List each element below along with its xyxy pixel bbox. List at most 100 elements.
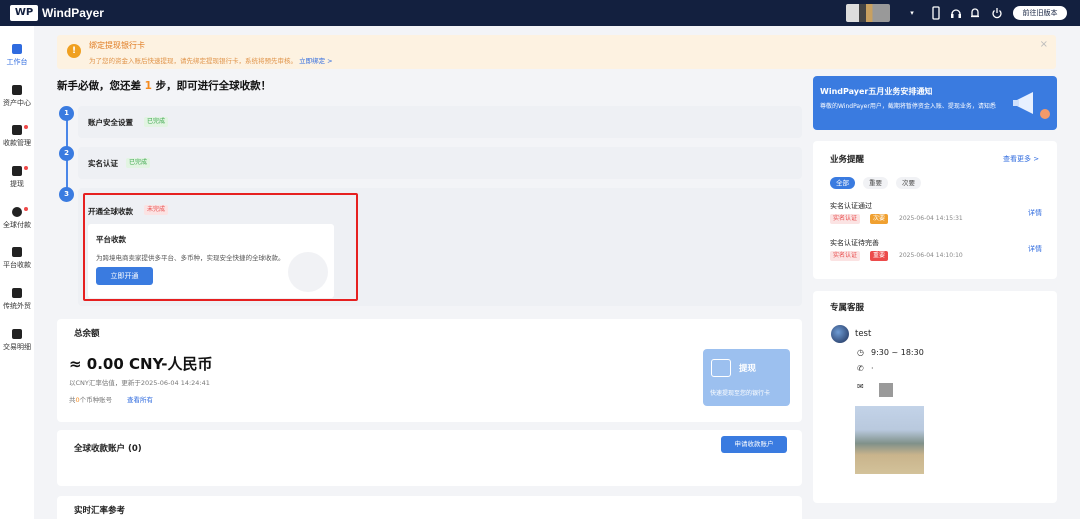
sidebar-item-assets[interactable]: 资产中心: [0, 85, 34, 121]
notice-body: 为了您的资金入账后快速提现，请先绑定提现银行卡，系统将预先审核。: [89, 57, 297, 65]
detail-link[interactable]: 详情: [1028, 208, 1042, 218]
trade-icon: [12, 288, 22, 298]
business-reminder-panel: 业务提醒 查看更多 > 全部 重要 次要 实名认证通过 实名认证 次要 2025…: [813, 141, 1057, 279]
guide-title: 新手必做，您还差 1 步，即可进行全球收款！: [57, 78, 271, 93]
accounts-title: 全球收款账户 (0): [74, 444, 142, 454]
banner-text: 尊敬的WindPayer用户，截期将暂停资金入账、提现业务，请知悉: [820, 103, 996, 110]
logo-mark: WP: [10, 5, 38, 21]
bell-icon[interactable]: [968, 6, 982, 20]
notification-dot: [24, 207, 28, 211]
filter-all[interactable]: 全部: [830, 177, 855, 189]
sidebar-item-receive[interactable]: 收款管理: [0, 125, 34, 161]
apply-account-button[interactable]: 申请收款账户: [721, 436, 787, 453]
reminder-tag: 实名认证: [830, 251, 861, 261]
wechat-qr-image: [855, 406, 924, 474]
app-name: WindPayer: [42, 6, 104, 20]
reminder-title: 实名认证通过: [830, 202, 872, 210]
sidebar-item-transactions[interactable]: 交易明细: [0, 329, 34, 365]
transactions-icon: [12, 329, 22, 339]
bind-card-notice: ! 绑定提现银行卡 为了您的资金入账后快速提现，请先绑定提现银行卡，系统将预先审…: [57, 35, 1056, 69]
sidebar-item-workbench[interactable]: 工作台: [0, 44, 34, 80]
notification-dot: [24, 125, 28, 129]
filter-minor[interactable]: 次要: [896, 177, 921, 189]
view-more-link[interactable]: 查看更多 >: [1003, 154, 1039, 164]
service-hours: 9:30 ~ 18:30: [871, 348, 924, 357]
mail-icon: ✉: [857, 382, 864, 391]
phone-icon[interactable]: [929, 6, 943, 20]
banner-title: WindPayer五月业务安排通知: [820, 87, 933, 96]
top-bar: WP WindPayer ▾ 前往旧版本: [0, 0, 1080, 26]
sidebar-item-label: 提现: [10, 180, 24, 188]
power-icon[interactable]: [990, 6, 1004, 20]
panel-title: 专属客服: [830, 303, 865, 313]
currency-account-count: 共0个币种账号: [69, 394, 112, 404]
sidebar-item-withdraw[interactable]: 提现: [0, 166, 34, 202]
warning-icon: !: [67, 44, 81, 58]
guide-suffix: 步，即可进行全球收款！: [155, 80, 272, 92]
sidebar: 工作台 资产中心 收款管理 提现 全球付款 平台收款 传统外贸 交易明细: [0, 26, 34, 519]
sidebar-item-trade[interactable]: 传统外贸: [0, 288, 34, 324]
sidebar-item-platform[interactable]: 平台收款: [0, 247, 34, 283]
global-pay-icon: [12, 207, 22, 217]
clock-icon: ◷: [857, 348, 864, 357]
mail-placeholder: [879, 383, 893, 397]
reminder-tag: 实名认证: [830, 214, 861, 224]
detail-link[interactable]: 详情: [1028, 244, 1042, 254]
close-icon[interactable]: ×: [1040, 39, 1048, 50]
step-verification[interactable]: 实名认证 已完成: [78, 147, 802, 179]
withdraw-icon: [711, 359, 731, 377]
withdraw-subtitle: 快速提现至您的银行卡: [710, 390, 771, 397]
step-number: 3: [59, 187, 74, 202]
wallet-icon: [12, 85, 22, 95]
withdraw-icon: [12, 166, 22, 176]
rate-title: 实时汇率参考: [74, 506, 126, 516]
bind-now-link[interactable]: 立即绑定 >: [299, 57, 333, 65]
step-number: 1: [59, 106, 74, 121]
sidebar-item-label: 资产中心: [3, 99, 31, 107]
user-avatar[interactable]: [846, 4, 890, 22]
exchange-rate-panel: 实时汇率参考: [57, 496, 802, 519]
chevron-down-icon[interactable]: ▾: [905, 6, 919, 20]
step-security[interactable]: 账户安全设置 已完成: [78, 106, 802, 138]
reminder-time: 2025-06-04 14:15:31: [899, 215, 963, 222]
priority-badge: 重要: [870, 251, 889, 261]
old-version-button[interactable]: 前往旧版本: [1013, 6, 1067, 20]
service-phone: ·: [871, 364, 874, 373]
sidebar-item-label: 传统外贸: [3, 302, 31, 310]
guide-prefix: 新手必做，您还差: [57, 80, 141, 92]
reminder-time: 2025-06-04 14:10:10: [899, 252, 963, 259]
collection-accounts-panel: 全球收款账户 (0) 申请收款账户: [57, 430, 802, 486]
sidebar-item-label: 工作台: [6, 58, 28, 66]
platform-icon: [12, 247, 22, 257]
balance-amount: ≈ 0.00 CNY-人民币: [69, 355, 213, 373]
panel-title: 业务提醒: [830, 155, 865, 165]
sidebar-item-label: 全球付款: [3, 221, 31, 229]
receive-icon: [12, 125, 22, 135]
phone-icon: ✆: [857, 364, 864, 373]
highlight-box: [83, 193, 358, 301]
step-label: 实名认证: [88, 159, 118, 168]
notice-text: 为了您的资金入账后快速提现，请先绑定提现银行卡，系统将预先审核。 立即绑定 >: [89, 55, 333, 65]
notice-title: 绑定提现银行卡: [89, 41, 145, 50]
withdraw-card[interactable]: 提现 快速提现至您的银行卡: [703, 349, 790, 406]
filter-important[interactable]: 重要: [863, 177, 888, 189]
sidebar-item-global-pay[interactable]: 全球付款: [0, 207, 34, 243]
count-suffix: 个币种账号: [79, 396, 113, 404]
home-icon: [12, 44, 22, 54]
remaining-steps-count: 1: [144, 80, 152, 92]
reminder-title: 实名认证待完善: [830, 239, 879, 247]
step-number: 2: [59, 146, 74, 161]
priority-badge: 次要: [870, 214, 889, 224]
balance-panel: 总余额 ≈ 0.00 CNY-人民币 以CNY汇率估值，更新于2025-06-0…: [57, 319, 802, 422]
agent-avatar: [831, 325, 849, 343]
notification-dot: [24, 166, 28, 170]
announcement-banner[interactable]: WindPayer五月业务安排通知 尊敬的WindPayer用户，截期将暂停资金…: [813, 76, 1057, 130]
headset-icon[interactable]: [949, 6, 963, 20]
balance-title: 总余额: [74, 329, 100, 339]
megaphone-icon: [1013, 92, 1050, 119]
view-all-link[interactable]: 查看所有: [127, 394, 153, 404]
balance-note: 以CNY汇率估值，更新于2025-06-04 14:24:41: [69, 379, 210, 387]
step-label: 账户安全设置: [88, 118, 133, 127]
agent-name: test: [855, 329, 872, 339]
customer-service-panel: 专属客服 test ◷ 9:30 ~ 18:30 ✆ · ✉: [813, 291, 1057, 503]
